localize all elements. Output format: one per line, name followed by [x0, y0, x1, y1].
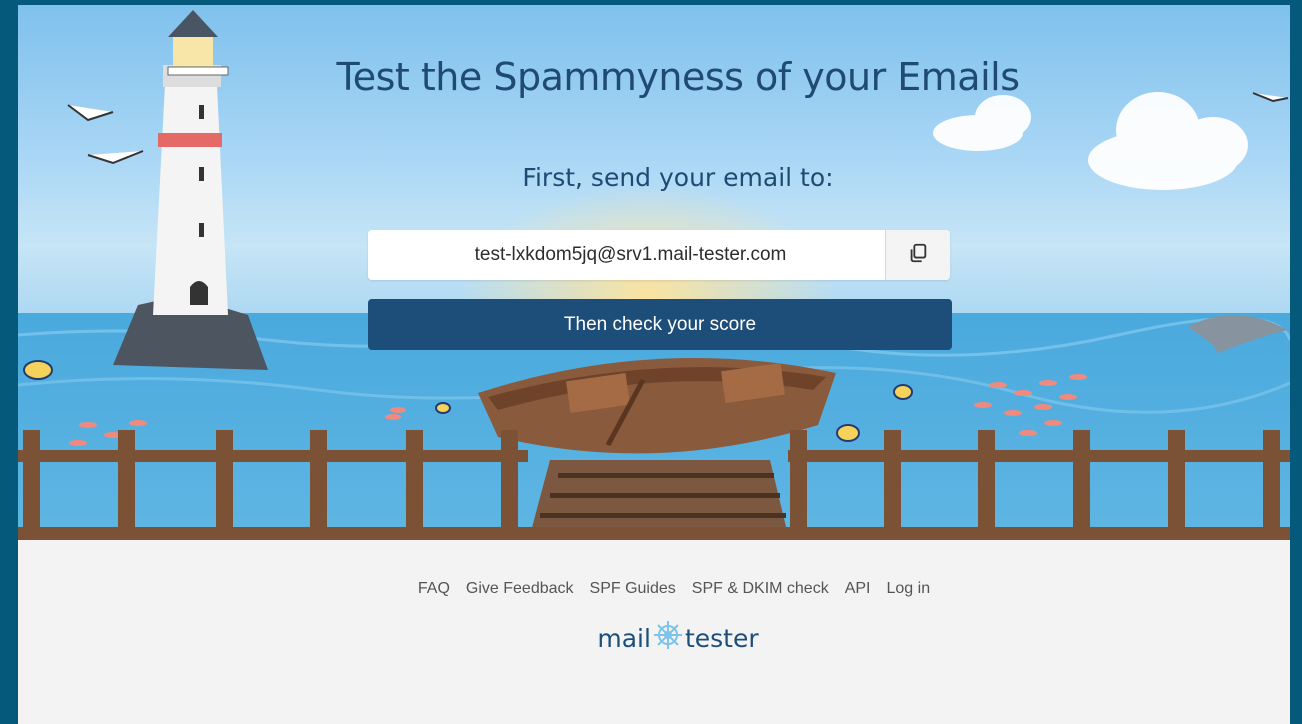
copy-icon [907, 242, 929, 269]
page-frame: Test the Spammyness of your Emails First… [18, 5, 1290, 724]
footer-link-faq[interactable]: FAQ [418, 580, 450, 598]
copy-email-button[interactable] [885, 230, 950, 280]
email-address-text[interactable]: test-lxkdom5jq@srv1.mail-tester.com [368, 230, 885, 280]
footer-link-api[interactable]: API [845, 580, 871, 598]
brand-text-left: mail [597, 623, 651, 653]
footer-link-feedback[interactable]: Give Feedback [466, 580, 574, 598]
footer-link-spf-dkim-check[interactable]: SPF & DKIM check [692, 580, 829, 598]
footer-nav: FAQ Give Feedback SPF Guides SPF & DKIM … [18, 580, 1290, 598]
email-address-field[interactable]: test-lxkdom5jq@srv1.mail-tester.com [368, 230, 950, 280]
check-score-button[interactable]: Then check your score [368, 299, 952, 350]
footer-link-spf-guides[interactable]: SPF Guides [590, 580, 676, 598]
brand-logo[interactable]: mail tester [18, 620, 1290, 656]
hero-illustration: Test the Spammyness of your Emails First… [18, 5, 1290, 540]
ship-wheel-icon [653, 620, 683, 656]
page-subtitle: First, send your email to: [522, 163, 834, 192]
brand-text-right: tester [684, 623, 759, 653]
page-title: Test the Spammyness of your Emails [336, 55, 1021, 99]
footer-link-login[interactable]: Log in [887, 580, 931, 598]
